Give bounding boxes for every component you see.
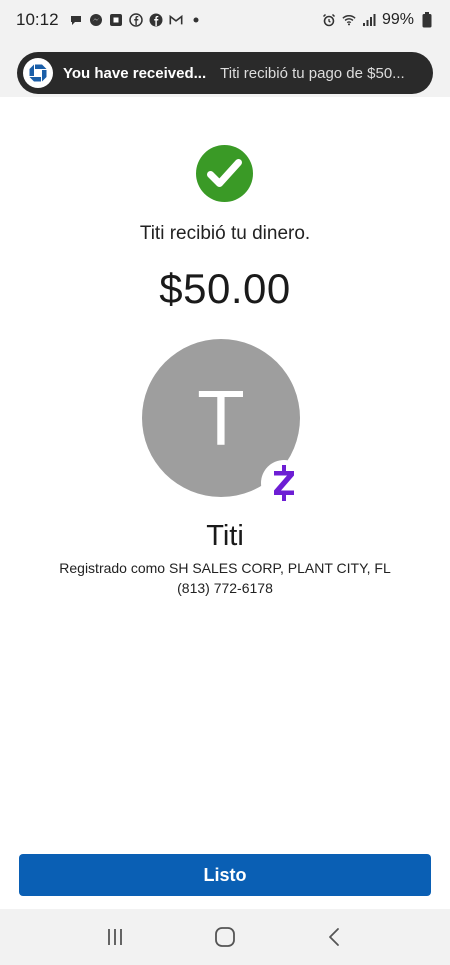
- back-icon[interactable]: [315, 917, 355, 957]
- notification-banner[interactable]: You have received... Titi recibió tu pag…: [17, 52, 433, 94]
- navigation-bar: [0, 909, 450, 965]
- status-right: 99%: [322, 11, 434, 29]
- chase-icon: [109, 13, 123, 27]
- status-bar: 10:12 99%: [0, 0, 450, 40]
- home-icon[interactable]: [205, 917, 245, 957]
- recipient-name: Titi: [206, 520, 244, 552]
- alarm-icon: [322, 13, 336, 27]
- recipient-registration: Registrado como SH SALES CORP, PLANT CIT…: [59, 560, 391, 576]
- confirmation-screen: Titi recibió tu dinero. $50.00 T Titi Re…: [0, 97, 450, 909]
- status-time: 10:12: [16, 10, 59, 29]
- facebook-icon: [149, 13, 163, 27]
- wifi-icon: [342, 13, 356, 27]
- gmail-icon: [169, 13, 183, 27]
- signal-icon: [362, 13, 376, 27]
- notification-title: You have received...: [63, 64, 207, 82]
- recipient-phone: (813) 772-6178: [177, 580, 273, 596]
- success-check-icon: [196, 145, 253, 202]
- dot-icon: [189, 13, 203, 27]
- recent-apps-icon[interactable]: [95, 917, 135, 957]
- battery-icon: [420, 12, 434, 28]
- avatar-initial: T: [197, 373, 245, 462]
- done-button[interactable]: Listo: [19, 854, 431, 896]
- notification-body: Titi recibió tu pago de $50...: [220, 64, 405, 82]
- zelle-badge: [261, 460, 307, 506]
- status-left: 10:12: [16, 10, 203, 30]
- chat-icon: [69, 13, 83, 27]
- chase-logo-icon: [23, 58, 53, 88]
- confirmation-message: Titi recibió tu dinero.: [139, 223, 311, 244]
- facebook-icon: [128, 13, 143, 27]
- payment-amount: $50.00: [159, 265, 291, 312]
- messenger-icon: [89, 13, 103, 27]
- battery-percent: 99%: [381, 11, 414, 28]
- zelle-icon: [274, 465, 294, 501]
